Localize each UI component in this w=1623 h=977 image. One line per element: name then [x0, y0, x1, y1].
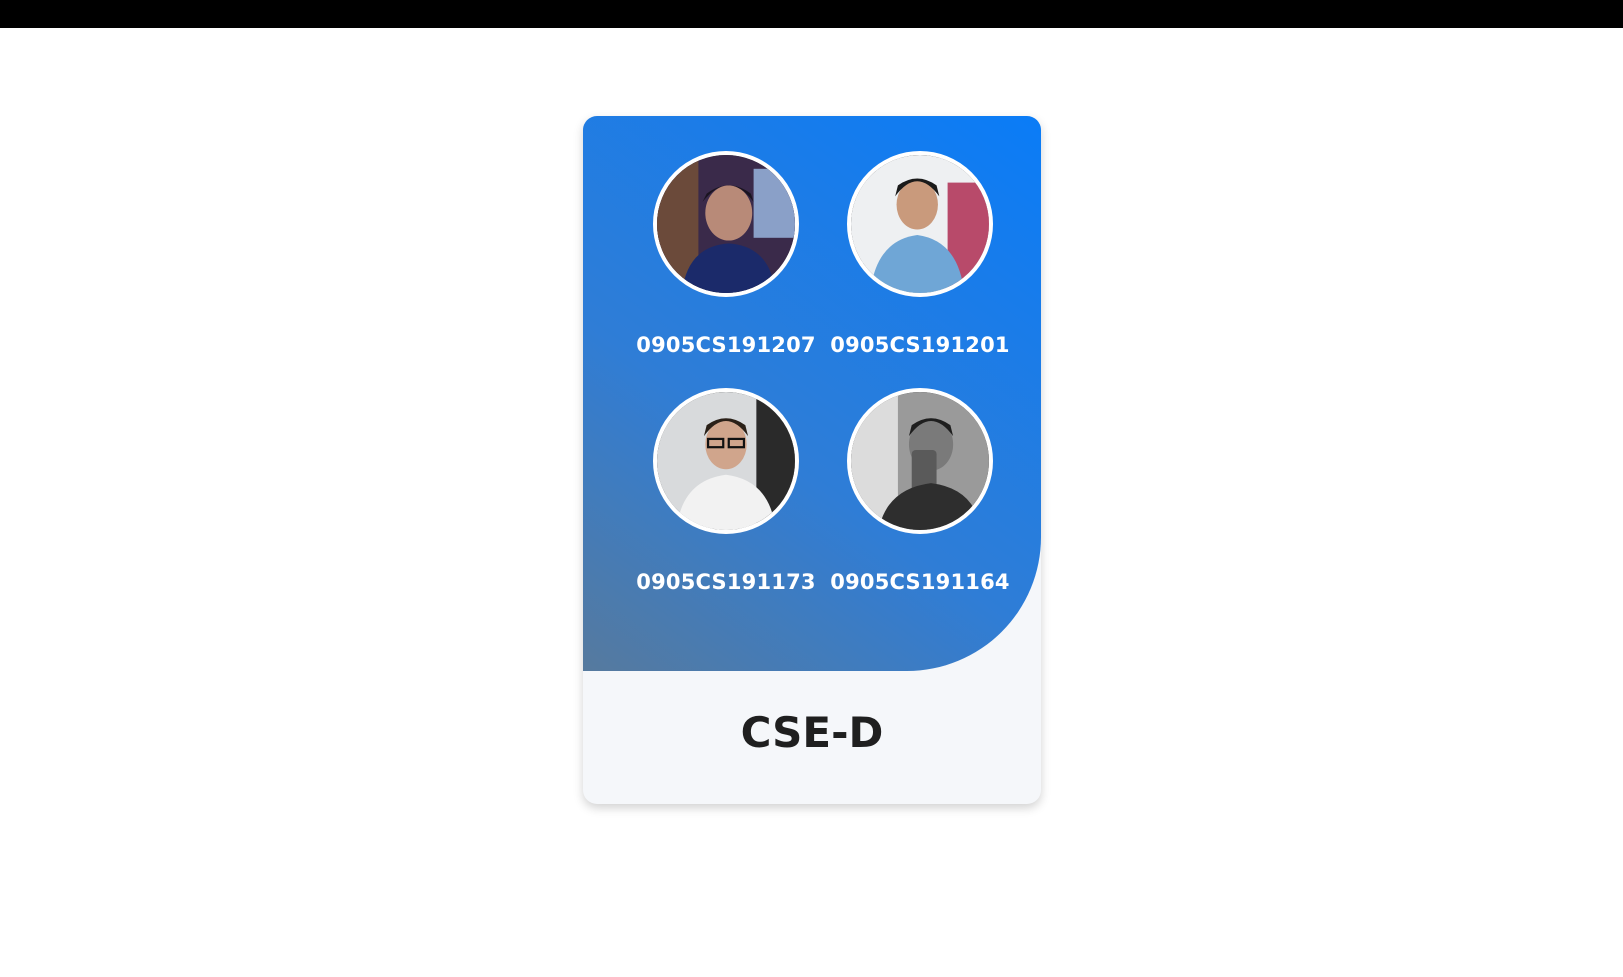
member-id: 0905CS191164 — [830, 570, 1010, 594]
card-title: CSE-D — [740, 708, 884, 757]
avatar — [847, 388, 993, 534]
avatar — [847, 151, 993, 297]
team-card: 0905CS191207 0905CS191201 0905CS191173 0… — [583, 116, 1041, 804]
member-id: 0905CS191173 — [636, 570, 816, 594]
member-id: 0905CS191201 — [830, 333, 1010, 357]
top-bar — [0, 0, 1623, 28]
avatar — [653, 388, 799, 534]
member-id: 0905CS191207 — [636, 333, 816, 357]
avatar — [653, 151, 799, 297]
